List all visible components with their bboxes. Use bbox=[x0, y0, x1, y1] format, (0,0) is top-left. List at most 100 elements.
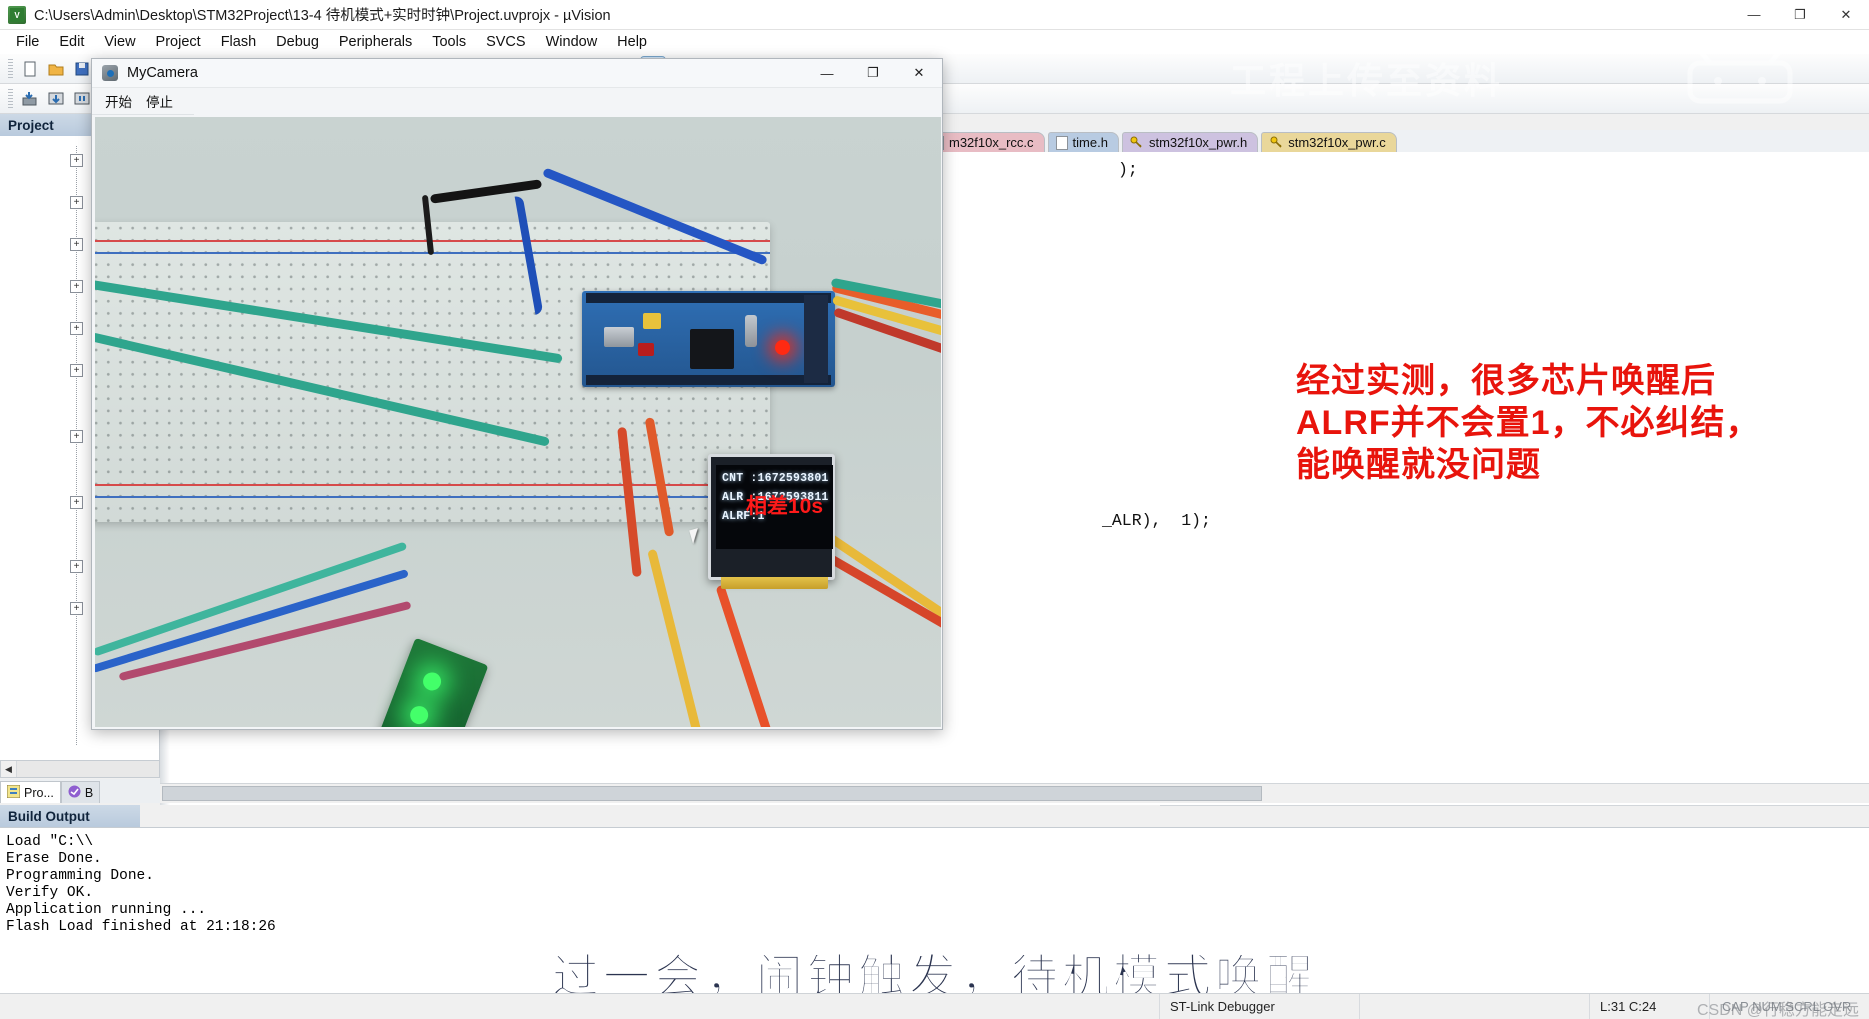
csdn-watermark: CSDN @行稳方能走远 bbox=[1696, 1002, 1859, 1019]
tree-expander[interactable]: + bbox=[70, 238, 83, 251]
red-annotation-text: 经过实测，很多芯片唤醒后 ALRF并不会置1，不必纠结， 能唤醒就没问题 bbox=[1296, 362, 1761, 484]
stm32-mcu-chip bbox=[690, 329, 734, 369]
header-pins-top bbox=[586, 293, 831, 303]
menu-svcs[interactable]: SVCS bbox=[476, 32, 536, 52]
editor-tab-pwr-h[interactable]: stm32f10x_pwr.h bbox=[1121, 132, 1259, 152]
toolbar-grip[interactable] bbox=[8, 58, 13, 79]
new-file-icon[interactable] bbox=[18, 57, 42, 81]
editor-horizontal-scrollbar[interactable] bbox=[160, 783, 1869, 803]
camera-maximize-button[interactable]: ❐ bbox=[850, 59, 896, 88]
window-controls: — ❐ ✕ bbox=[1731, 0, 1869, 30]
oled-red-note: 相差10s bbox=[746, 495, 824, 518]
editor-tab-time-h[interactable]: time.h bbox=[1047, 132, 1119, 152]
menu-debug[interactable]: Debug bbox=[266, 32, 329, 52]
status-blank bbox=[1360, 993, 1590, 1019]
scroll-thumb[interactable] bbox=[162, 786, 1262, 801]
build-output-line: Load "C:\\ bbox=[6, 834, 94, 850]
rebuild-icon[interactable] bbox=[44, 87, 68, 111]
sensor-wire-yellow bbox=[647, 548, 702, 727]
code-line: ); bbox=[1118, 160, 1138, 179]
tree-expander[interactable]: + bbox=[70, 196, 83, 209]
uvision-application-window: V C:\Users\Admin\Desktop\STM32Project\13… bbox=[0, 0, 1869, 1019]
menu-help[interactable]: Help bbox=[607, 32, 657, 52]
tree-expander[interactable]: + bbox=[70, 496, 83, 509]
menu-project[interactable]: Project bbox=[146, 32, 211, 52]
key-icon bbox=[1130, 136, 1144, 150]
tree-expander[interactable]: + bbox=[70, 364, 83, 377]
tree-expander[interactable]: + bbox=[70, 280, 83, 293]
tree-expander[interactable]: + bbox=[70, 322, 83, 335]
books-icon bbox=[68, 785, 81, 801]
build-output-line: Flash Load finished at 21:18:26 bbox=[6, 919, 276, 935]
menu-edit[interactable]: Edit bbox=[49, 32, 94, 52]
camera-menu-bar: 开始 停止 bbox=[92, 88, 194, 115]
status-bar: ST-Link Debugger L:31 C:24 CAP NUM SCRL … bbox=[0, 993, 1869, 1019]
camera-video-feed: CNT :1672593801 ALR :1672593811 ALRF:1 相… bbox=[95, 117, 941, 727]
build-output-line: Application running ... bbox=[6, 902, 207, 918]
project-horizontal-scrollbar[interactable]: ◀ bbox=[0, 760, 160, 778]
menu-flash[interactable]: Flash bbox=[211, 32, 266, 52]
tab-books[interactable]: B bbox=[60, 781, 101, 803]
status-message bbox=[0, 993, 1160, 1019]
mycamera-window[interactable]: MyCamera — ❐ ✕ 开始 停止 CNT:1672593801 ALR… bbox=[91, 58, 943, 730]
menu-window[interactable]: Window bbox=[536, 32, 608, 52]
code-line: _ALR), 1); bbox=[1102, 511, 1211, 530]
sensor-module bbox=[365, 637, 489, 727]
editor-tab-label: stm32f10x_pwr.c bbox=[1288, 135, 1386, 150]
camera-close-button[interactable]: ✕ bbox=[896, 59, 942, 88]
editor-tab-pwr-c[interactable]: stm32f10x_pwr.c bbox=[1261, 132, 1397, 152]
scroll-left-icon[interactable]: ◀ bbox=[1, 761, 17, 777]
project-panel-tabs: Pro... B bbox=[0, 779, 160, 803]
title-bar: V C:\Users\Admin\Desktop\STM32Project\13… bbox=[0, 0, 1869, 30]
tab-project-label: Pro... bbox=[24, 785, 54, 800]
camera-start-button[interactable]: 开始 bbox=[98, 89, 139, 113]
camera-minimize-button[interactable]: — bbox=[804, 59, 850, 88]
bilibili-watermark-text: 工程上传至资料 bbox=[1230, 60, 1504, 101]
menu-bar: File Edit View Project Flash Debug Perip… bbox=[0, 30, 1869, 54]
bilibili-logo bbox=[1680, 45, 1800, 105]
h-file-icon bbox=[1055, 135, 1068, 150]
camera-window-controls: — ❐ ✕ bbox=[804, 59, 942, 88]
editor-divider bbox=[1160, 805, 1869, 806]
menu-file[interactable]: File bbox=[6, 32, 49, 52]
stm32-bluepill-board bbox=[582, 291, 835, 387]
voltage-regulator bbox=[643, 313, 661, 329]
build-output-header: Build Output bbox=[0, 805, 140, 827]
right-header-pins bbox=[804, 295, 828, 383]
editor-tab-label: time.h bbox=[1072, 135, 1108, 150]
build-output-line: Verify OK. bbox=[6, 885, 94, 901]
scroll-track[interactable] bbox=[17, 761, 159, 777]
tree-expander[interactable]: + bbox=[70, 560, 83, 573]
sensor-led-green-1 bbox=[420, 669, 444, 694]
tab-books-label: B bbox=[84, 785, 94, 800]
status-debugger: ST-Link Debugger bbox=[1160, 993, 1360, 1019]
camera-icon bbox=[102, 65, 118, 81]
project-icon bbox=[6, 784, 21, 801]
tree-expander[interactable]: + bbox=[70, 154, 83, 167]
maximize-button[interactable]: ❐ bbox=[1777, 0, 1823, 30]
oled-line-cnt: CNT :1672593801 bbox=[722, 472, 829, 485]
jumper-wire-black-2 bbox=[429, 179, 543, 204]
open-folder-icon[interactable] bbox=[44, 57, 68, 81]
tab-project[interactable]: Pro... bbox=[0, 781, 61, 803]
uvision-icon: V bbox=[8, 5, 26, 24]
camera-window-title: MyCamera bbox=[127, 65, 198, 81]
minimize-button[interactable]: — bbox=[1731, 0, 1777, 30]
sensor-wire-orange bbox=[715, 584, 774, 727]
toolbar-grip-2[interactable] bbox=[8, 88, 13, 109]
menu-tools[interactable]: Tools bbox=[422, 32, 476, 52]
menu-view[interactable]: View bbox=[94, 32, 145, 52]
sensor-led-green-2 bbox=[407, 703, 431, 727]
camera-title-bar: MyCamera — ❐ ✕ bbox=[92, 59, 942, 88]
tree-expander[interactable]: + bbox=[70, 430, 83, 443]
crystal-oscillator bbox=[745, 315, 757, 347]
close-button[interactable]: ✕ bbox=[1823, 0, 1869, 30]
build-icon[interactable] bbox=[18, 87, 42, 111]
jumper-wire-blue-3 bbox=[95, 568, 409, 674]
menu-peripherals[interactable]: Peripherals bbox=[329, 32, 422, 52]
reset-button[interactable] bbox=[638, 343, 654, 356]
power-rail-positive-2 bbox=[95, 484, 770, 486]
camera-stop-button[interactable]: 停止 bbox=[139, 89, 180, 113]
tree-expander[interactable]: + bbox=[70, 602, 83, 615]
tree-guide-line bbox=[76, 146, 77, 746]
